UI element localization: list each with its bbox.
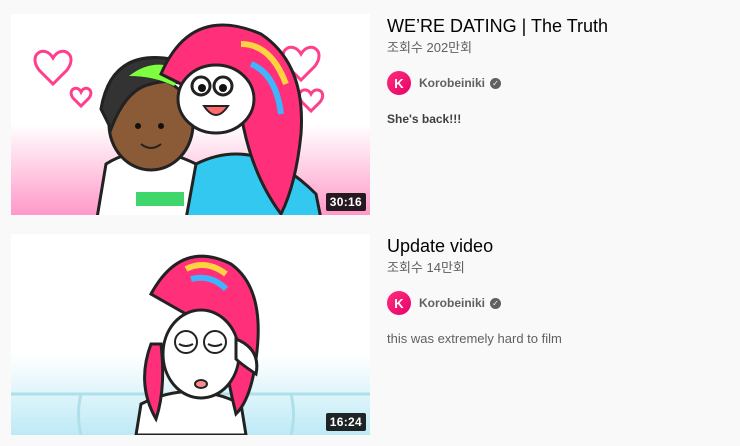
video-thumbnail-1[interactable]: 30:16 (11, 14, 370, 215)
channel-avatar[interactable]: K (387, 71, 411, 95)
video-item-1[interactable]: 30:16 WE’RE DATING | The Truth 조회수 202만회… (0, 9, 740, 219)
video-title-2[interactable]: Update video (387, 233, 727, 259)
channel-avatar[interactable]: K (387, 291, 411, 315)
video-description-2: this was extremely hard to film (387, 331, 562, 346)
video-thumbnail-2[interactable]: 16:24 (11, 234, 370, 435)
thumbnail-art-2 (11, 234, 370, 435)
thumbnail-art-1 (11, 14, 370, 215)
view-count-1: 조회수 202만회 (387, 40, 473, 55)
video-item-2[interactable]: 16:24 Update video 조회수 14만회 K Korobeinik… (0, 229, 740, 439)
verified-check-icon: ✓ (490, 297, 502, 309)
verified-check-icon: ✓ (490, 77, 502, 89)
view-count-2: 조회수 14만회 (387, 260, 465, 275)
video-duration-2: 16:24 (325, 413, 366, 431)
channel-link-2[interactable]: K Korobeiniki ✓ (387, 287, 727, 319)
channel-avatar-initial: K (394, 295, 404, 311)
channel-name-2[interactable]: Korobeiniki (419, 296, 485, 310)
channel-name-1[interactable]: Korobeiniki (419, 76, 485, 90)
channel-link-1[interactable]: K Korobeiniki ✓ (387, 67, 727, 99)
video-description-1: She's back!!! (387, 112, 462, 126)
video-duration-1: 30:16 (325, 193, 366, 211)
channel-avatar-initial: K (394, 75, 404, 91)
video-title-1[interactable]: WE’RE DATING | The Truth (387, 13, 727, 39)
